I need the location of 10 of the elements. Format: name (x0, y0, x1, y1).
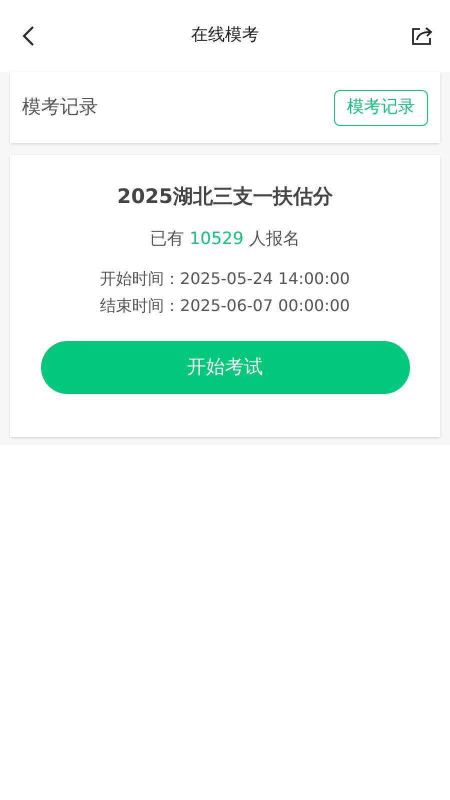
time-text: 开始时间：2025-05-24 14:00:00 (100, 268, 350, 290)
registration-count: 已有 10529 人报名 (150, 228, 300, 251)
back-icon (21, 25, 35, 47)
exam-title: 2025湖北三支一扶估分 (117, 183, 333, 210)
time-text: 结束时间：2025-06-07 00:00:00 (100, 294, 350, 316)
page-title: 在线模考 (191, 24, 259, 48)
start-exam-button[interactable]: 开始考试 (40, 340, 410, 394)
records-button[interactable]: 模考记录 (334, 90, 428, 126)
share-icon (411, 26, 433, 46)
records-label: 模考记录 (22, 95, 98, 120)
